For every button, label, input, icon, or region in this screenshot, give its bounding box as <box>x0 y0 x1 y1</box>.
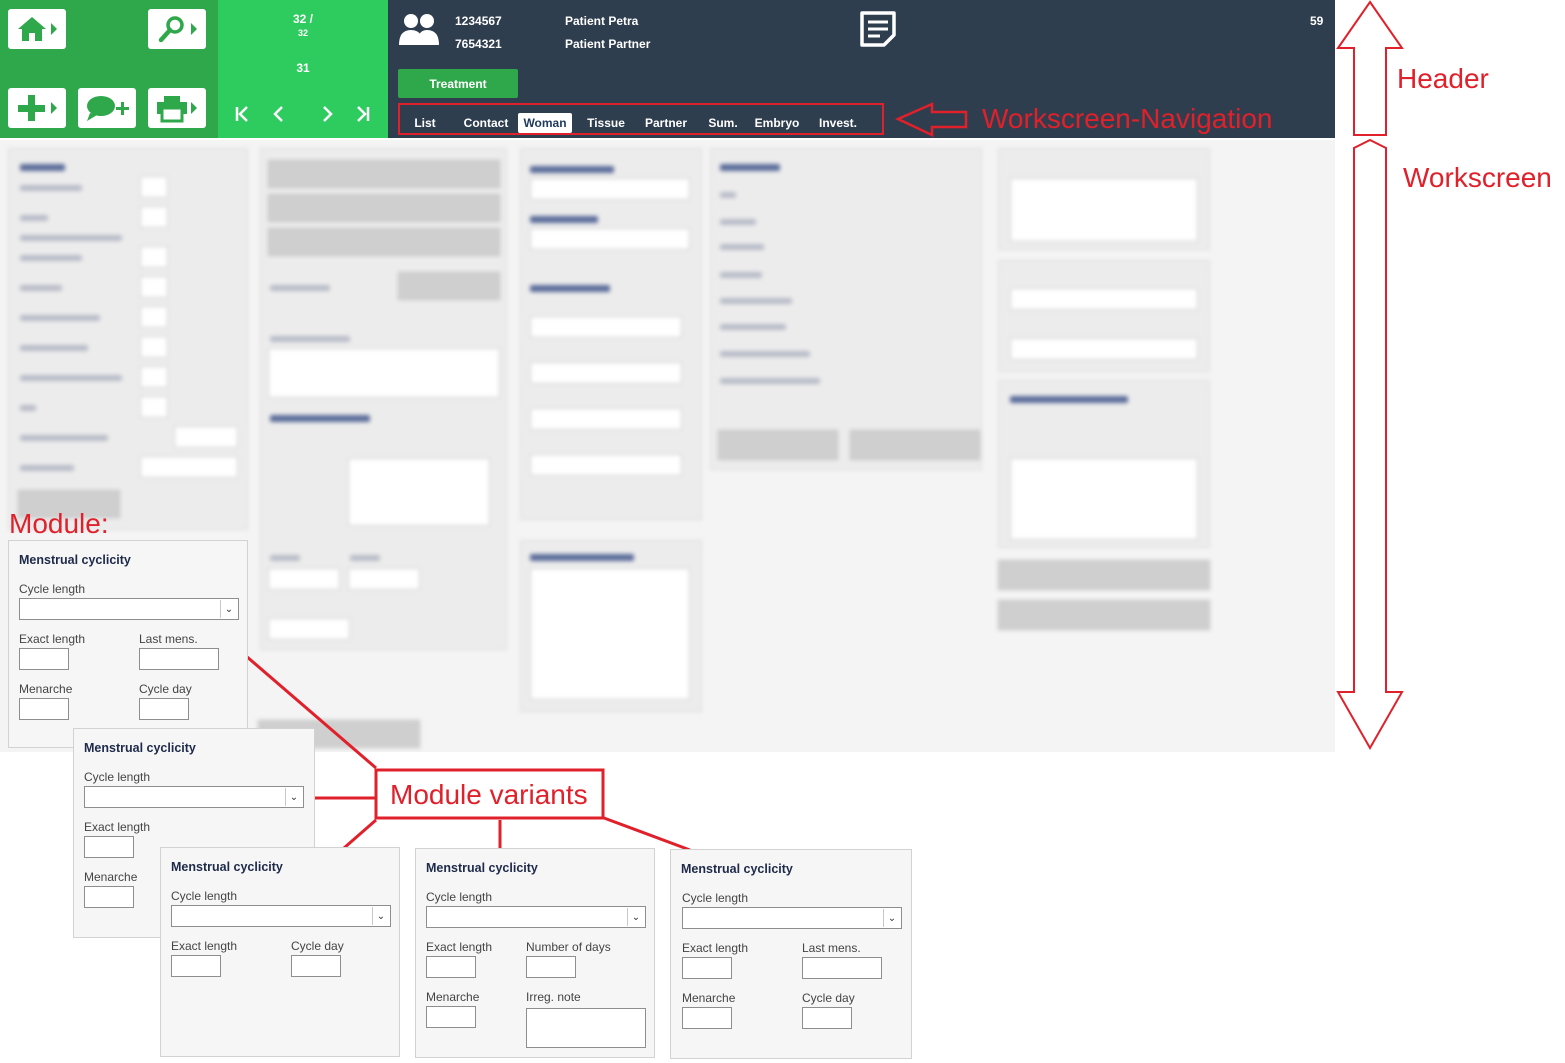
cycle-length-label: Cycle length <box>682 891 749 905</box>
workscreen-arrow <box>1336 138 1404 751</box>
connector-line <box>603 816 691 852</box>
cycle-length-label: Cycle length <box>84 770 151 784</box>
cycle-length-select[interactable]: ⌄ <box>426 906 646 928</box>
cycle-length-select[interactable]: ⌄ <box>171 905 391 927</box>
module-variants-label: Module variants <box>390 779 588 810</box>
exact-length-label: Exact length <box>171 939 238 953</box>
connector-line <box>343 818 377 850</box>
irreg-note-label: Irreg. note <box>526 990 581 1004</box>
menarche-label: Menarche <box>19 682 73 696</box>
header-label: Header <box>1397 63 1489 94</box>
exact-length-input[interactable] <box>171 955 221 977</box>
last-mens-label: Last mens. <box>802 941 861 955</box>
number-of-days-input[interactable] <box>526 956 576 978</box>
workscreen-navigation-label: Workscreen-Navigation <box>982 103 1273 134</box>
cycle-length-select[interactable]: ⌄ <box>682 907 902 929</box>
module-title: Menstrual cyclicity <box>426 861 538 875</box>
last-mens-input[interactable] <box>802 957 882 979</box>
chevron-down-icon: ⌄ <box>372 907 389 925</box>
menstrual-cyclicity-variant-c: Menstrual cyclicity Cycle length ⌄ Exact… <box>415 848 655 1058</box>
cycle-day-input[interactable] <box>802 1007 852 1029</box>
exact-length-input[interactable] <box>426 956 476 978</box>
module-title: Menstrual cyclicity <box>171 860 283 874</box>
cycle-day-input[interactable] <box>291 955 341 977</box>
cycle-day-input[interactable] <box>139 698 189 720</box>
chevron-down-icon: ⌄ <box>627 908 644 926</box>
module-title: Menstrual cyclicity <box>681 862 793 876</box>
module-title: Menstrual cyclicity <box>84 741 196 755</box>
menstrual-cyclicity-variant-b: Menstrual cyclicity Cycle length ⌄ Exact… <box>160 847 400 1057</box>
cycle-length-select[interactable]: ⌄ <box>19 598 239 620</box>
cycle-length-label: Cycle length <box>426 890 493 904</box>
menarche-input[interactable] <box>682 1007 732 1029</box>
chevron-down-icon: ⌄ <box>220 600 237 618</box>
last-mens-input[interactable] <box>139 648 219 670</box>
cycle-day-label: Cycle day <box>802 991 855 1005</box>
exact-length-label: Exact length <box>84 820 151 834</box>
cycle-day-label: Cycle day <box>139 682 192 696</box>
menstrual-cyclicity-variant-d: Menstrual cyclicity Cycle length ⌄ Exact… <box>670 849 912 1059</box>
menarche-input[interactable] <box>426 1006 476 1028</box>
exact-length-input[interactable] <box>682 957 732 979</box>
cycle-length-label: Cycle length <box>171 889 238 903</box>
exact-length-label: Exact length <box>682 941 749 955</box>
menarche-input[interactable] <box>84 886 134 908</box>
module-title: Menstrual cyclicity <box>19 553 131 567</box>
exact-length-label: Exact length <box>19 632 86 646</box>
exact-length-input[interactable] <box>84 836 134 858</box>
cycle-length-label: Cycle length <box>19 582 86 596</box>
number-of-days-label: Number of days <box>526 940 611 954</box>
chevron-down-icon: ⌄ <box>883 909 900 927</box>
cycle-day-label: Cycle day <box>291 939 344 953</box>
navigation-arrow <box>894 102 968 137</box>
menarche-input[interactable] <box>19 698 69 720</box>
module-label: Module: <box>9 508 109 539</box>
irreg-note-textarea[interactable] <box>526 1008 646 1048</box>
menarche-label: Menarche <box>682 991 736 1005</box>
last-mens-label: Last mens. <box>139 632 198 646</box>
menstrual-cyclicity-module: Menstrual cyclicity Cycle length ⌄ Exact… <box>8 540 248 748</box>
cycle-length-select[interactable]: ⌄ <box>84 786 304 808</box>
exact-length-input[interactable] <box>19 648 69 670</box>
menarche-label: Menarche <box>84 870 138 884</box>
menarche-label: Menarche <box>426 990 480 1004</box>
workscreen-label: Workscreen <box>1403 162 1552 193</box>
exact-length-label: Exact length <box>426 940 493 954</box>
chevron-down-icon: ⌄ <box>285 788 302 806</box>
header-arrow <box>1336 0 1404 136</box>
